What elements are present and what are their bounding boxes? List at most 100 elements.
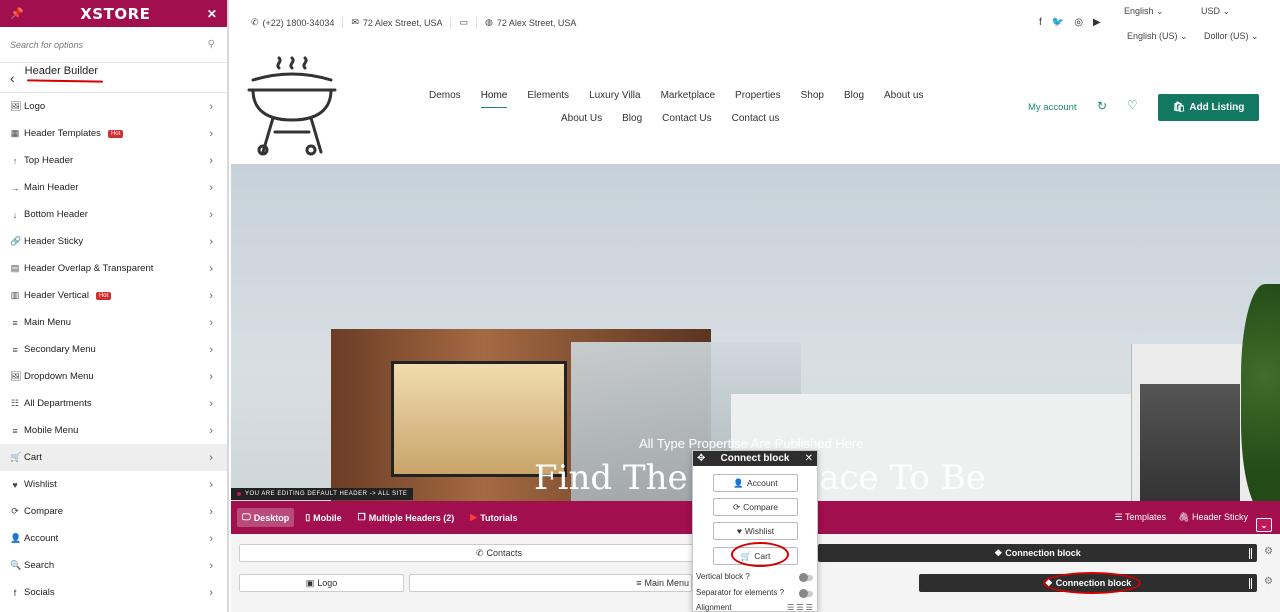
phone-contact[interactable]: ✆ (+22) 1800-34034 <box>251 17 344 28</box>
drag-handle[interactable] <box>1249 548 1252 559</box>
tab-tutorials[interactable]: ▶ Tutorials <box>465 508 522 527</box>
nav-link-about-us[interactable]: About us <box>884 90 923 108</box>
nav-link-blog[interactable]: Blog <box>844 90 864 108</box>
wishlist-heart-icon[interactable]: ♡ <box>1127 98 1138 112</box>
row-settings-gear-icon[interactable]: ⚙ <box>1264 546 1273 557</box>
facebook-icon[interactable]: f <box>1039 17 1042 28</box>
sidebar-item-label: Cart <box>24 452 42 463</box>
sidebar-item-secondary-menu[interactable]: ≡ Secondary Menu › <box>0 336 227 363</box>
bag-icon: 🛍 <box>1172 102 1186 113</box>
sidebar-item-label: Account <box>24 533 59 544</box>
main-header: Demos Home Elements Luxury Villa Marketplace… <box>231 48 1280 164</box>
language-switcher-top[interactable]: English ⌄ <box>1124 6 1164 17</box>
sidebar-item-main-menu[interactable]: ≡ Main Menu › <box>0 309 227 336</box>
add-listing-button[interactable]: 🛍 Add Listing <box>1158 94 1259 121</box>
house-window-part <box>1131 344 1251 502</box>
header-sticky-button[interactable]: 🖇 Header Sticky <box>1178 512 1248 523</box>
tab-desktop[interactable]: 🖵 Desktop <box>237 508 295 527</box>
nav-link-shop[interactable]: Shop <box>801 90 824 108</box>
sidebar-item-account[interactable]: 👤 Account › <box>0 525 227 552</box>
globe-contact[interactable]: ◍ 72 Alex Street, USA <box>477 17 584 28</box>
sidebar-item-dropdown-menu[interactable]: 🖼 Dropdown Menu › <box>0 363 227 390</box>
drag-handle[interactable] <box>1249 578 1252 589</box>
nav-link-elements[interactable]: Elements <box>527 90 569 108</box>
nav-link-about-us[interactable]: About Us <box>561 113 602 124</box>
sidebar-item-header-vertical[interactable]: ▥ Header Vertical Hot › <box>0 282 227 309</box>
tab-mobile[interactable]: ▯ Mobile <box>300 508 346 527</box>
sidebar-item-header-sticky[interactable]: 🔗 Header Sticky › <box>0 228 227 255</box>
sidebar-item-mobile-menu[interactable]: ≡ Mobile Menu › <box>0 417 227 444</box>
currency-switcher[interactable]: Dollor (US) ⌄ <box>1204 31 1259 42</box>
sidebar-item-header-templates[interactable]: ▦ Header Templates Hot › <box>0 120 227 147</box>
account-element-button[interactable]: 👤 Account <box>713 474 798 492</box>
sidebar-item-logo[interactable]: 🖼 Logo › <box>0 93 227 120</box>
nav-link-properties[interactable]: Properties <box>735 90 781 108</box>
logo-element[interactable]: ▣ Logo <box>239 574 404 592</box>
sidebar-item-label: Main Header <box>24 182 79 193</box>
sidebar-item-compare[interactable]: ⟳ Compare › <box>0 498 227 525</box>
sidebar-item-cart[interactable]: 🛒 Cart › <box>0 444 227 471</box>
sidebar-item-search[interactable]: 🔍 Search › <box>0 552 227 579</box>
sidebar-item-top-header[interactable]: ↑ Top Header › <box>0 147 227 174</box>
section-title: Header Builder <box>24 64 99 77</box>
compare-element-button[interactable]: ⟳ Compare <box>713 498 798 516</box>
twitter-icon[interactable]: 🐦 <box>1052 17 1064 28</box>
search-input[interactable]: Search for options <box>10 40 83 50</box>
connection-block-top[interactable]: ❖ Connection block <box>818 544 1257 562</box>
brand-logo: XSTORE <box>80 4 151 23</box>
sidebar-search[interactable]: Search for options ⚲ <box>0 27 227 63</box>
currency-switcher-top[interactable]: USD ⌄ <box>1201 6 1230 17</box>
row-settings-gear-icon[interactable]: ⚙ <box>1264 576 1273 587</box>
nav-link-luxury-villa[interactable]: Luxury Villa <box>589 90 641 108</box>
separator-toggle[interactable] <box>799 589 813 598</box>
back-row[interactable]: ‹ Header Builder <box>0 63 227 93</box>
nav-link-contact-us[interactable]: Contact Us <box>662 113 711 124</box>
sidebar-item-bottom-header[interactable]: ↓ Bottom Header › <box>0 201 227 228</box>
vertical-block-toggle[interactable] <box>799 573 813 582</box>
templates-button[interactable]: ☰ Templates <box>1115 512 1166 523</box>
sidebar-item-label: Main Menu <box>24 317 71 328</box>
my-account-link[interactable]: My account <box>1028 102 1077 113</box>
collapse-chevron-icon[interactable]: ⌄ <box>1256 518 1272 532</box>
nav-link-home[interactable]: Home <box>480 90 508 108</box>
close-icon[interactable]: ✕ <box>805 453 813 464</box>
sidebar-item-header-overlap-transparent[interactable]: ▤ Header Overlap & Transparent › <box>0 255 227 282</box>
sidebar-item-content: 👤 Account <box>10 533 58 544</box>
sidebar-item-main-header[interactable]: → Main Header › <box>0 174 227 201</box>
popup-title: Connect block <box>720 453 790 464</box>
youtube-icon[interactable]: ▶ <box>1093 17 1101 28</box>
instagram-icon[interactable]: ◎ <box>1074 17 1083 28</box>
nav-link-blog[interactable]: Blog <box>622 113 642 124</box>
chevron-right-icon: › <box>209 370 213 383</box>
sidebar-item-content: ≡ Mobile Menu <box>10 425 78 436</box>
nav-link-marketplace[interactable]: Marketplace <box>661 90 715 108</box>
chevron-right-icon: › <box>209 235 213 248</box>
align-options-icon[interactable]: ☰ ☰ ☰ <box>787 603 813 612</box>
contacts-element[interactable]: ✆ Contacts <box>239 544 759 562</box>
hot-badge: Hot <box>95 291 112 300</box>
close-icon[interactable]: ✕ <box>207 7 217 21</box>
sidebar-item-wishlist[interactable]: ♥ Wishlist › <box>0 471 227 498</box>
sidebar-item-all-departments[interactable]: ☷ All Departments › <box>0 390 227 417</box>
back-arrow-icon[interactable]: ‹ <box>10 70 15 86</box>
chevron-right-icon: › <box>209 505 213 518</box>
chevron-right-icon: › <box>209 127 213 140</box>
grill-logo[interactable] <box>245 56 339 156</box>
main-menu-element[interactable]: ≡ Main Menu <box>409 574 692 592</box>
editing-notice: YOU ARE EDITING DEFAULT HEADER -> ALL SI… <box>231 488 414 500</box>
tab-multiple-headers[interactable]: ❐ Multiple Headers (2) <box>353 508 460 527</box>
chevron-right-icon: › <box>209 343 213 356</box>
menu-icon: ≡ <box>12 317 18 328</box>
mail-contact[interactable]: ✉ 72 Alex Street, USA <box>343 17 452 28</box>
wishlist-element-button[interactable]: ♥ Wishlist <box>713 522 798 540</box>
chevron-right-icon: › <box>209 208 213 221</box>
language-switcher[interactable]: English (US) ⌄ <box>1127 31 1188 42</box>
globe-icon: ◍ <box>484 17 493 27</box>
nav-link-demos[interactable]: Demos <box>429 90 461 108</box>
compare-icon[interactable]: ↻ <box>1097 99 1107 113</box>
sidebar-item-socials[interactable]: f Socials › <box>0 579 227 606</box>
nav-link-contact-us[interactable]: Contact us <box>732 113 780 124</box>
move-icon[interactable]: ✥ <box>697 453 705 464</box>
search-icon: 🔍 <box>10 560 22 570</box>
pin-icon[interactable]: 📌 <box>10 7 24 20</box>
